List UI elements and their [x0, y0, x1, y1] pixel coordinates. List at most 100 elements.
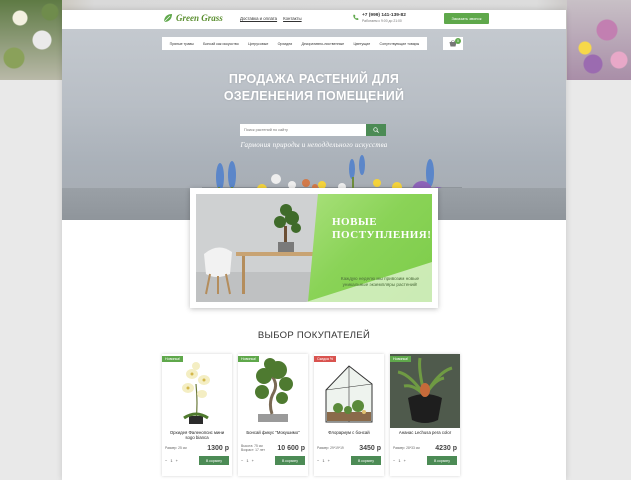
florarium-image [314, 354, 384, 428]
product-name[interactable]: Бонсай фикус "Мокушимо" [238, 430, 308, 442]
search-bar [240, 124, 386, 136]
phone-block: +7 (999) 141-139-82 Работаем с 9:00 до 2… [352, 13, 406, 23]
product-meta: Размер: 25 см 1300 р [162, 443, 232, 453]
qty-minus-button[interactable]: − [317, 458, 319, 463]
product-list: Новинка! Орхидея Фаленопсис мини sogo bi… [162, 354, 460, 476]
product-meta: Размер: 29*19*19 3450 р [314, 443, 384, 453]
search-input[interactable] [240, 124, 366, 136]
nav-item-decorative[interactable]: Декоративно-лиственные [302, 42, 345, 46]
cart-count-badge: 0 [455, 38, 461, 44]
product-spec-1: Размер: 25 см [165, 445, 187, 450]
add-to-cart-button[interactable]: В корзину [427, 456, 457, 465]
backdrop-flowers-right [567, 0, 631, 80]
quantity-stepper: − 1 + [241, 458, 254, 463]
quantity-stepper: − 1 + [393, 458, 406, 463]
promo-title-line2: ПОСТУПЛЕНИЯ! [332, 229, 432, 241]
nav-item-citrus[interactable]: Цитрусовые [248, 42, 268, 46]
product-image[interactable]: Новинка! [390, 354, 460, 428]
hero-title-line2: ОЗЕЛЕНЕНИЯ ПОМЕЩЕНИЙ [223, 89, 405, 103]
phone-icon [353, 14, 359, 20]
qty-plus-button[interactable]: + [252, 458, 254, 463]
nav-item-accessories[interactable]: Сопутствующие товары [380, 42, 420, 46]
product-buy-row: − 1 + В корзину [314, 456, 384, 465]
hero-title-line1: ПРОДАЖА РАСТЕНИЙ ДЛЯ [228, 72, 400, 86]
qty-value[interactable]: 1 [398, 458, 400, 463]
product-image[interactable]: Скидка % [314, 354, 384, 428]
page-card: Green Grass Доставка и оплата Контакты +… [62, 10, 566, 480]
logo-text: Green Grass [176, 13, 223, 23]
product-buy-row: − 1 + В корзину [390, 456, 460, 465]
quantity-stepper: − 1 + [165, 458, 178, 463]
product-image[interactable]: Новинка! [238, 354, 308, 428]
search-icon [373, 127, 379, 133]
backdrop-flowers-left [0, 0, 62, 80]
nav-item-blooming[interactable]: Цветущие [353, 42, 370, 46]
product-image[interactable]: Новинка! [162, 354, 232, 428]
logo[interactable]: Green Grass [163, 13, 223, 23]
badge-new: Новинка! [238, 356, 260, 362]
quantity-stepper: − 1 + [317, 458, 330, 463]
add-to-cart-button[interactable]: В корзину [351, 456, 381, 465]
site-header: Green Grass Доставка и оплата Контакты +… [62, 10, 566, 29]
nav-item-herbs[interactable]: Пряные травы [170, 42, 194, 46]
product-card[interactable]: Новинка! Орхидея Фаленопсис мини sogo bi… [162, 354, 232, 476]
qty-value[interactable]: 1 [322, 458, 324, 463]
callback-button[interactable]: Заказать звонок [444, 13, 489, 24]
badge-new: Новинка! [390, 356, 412, 362]
promo-title-line1: НОВЫЕ [332, 216, 378, 228]
cart-button[interactable]: 0 [443, 37, 463, 50]
main-nav: Пряные травы Бонсай как искусство Цитрус… [162, 37, 427, 50]
badge-sale: Скидка % [314, 356, 337, 362]
promo-image: НОВЫЕ ПОСТУПЛЕНИЯ! Каждую неделю мы прив… [196, 194, 432, 302]
bonsai-image [238, 354, 308, 428]
product-card[interactable]: Новинка! Бонсай фикус "Мокушимо" Высота:… [238, 354, 308, 476]
product-meta: Высота: 75 см Возраст: 17 лет 10 600 р [238, 443, 308, 453]
nav-item-bonsai[interactable]: Бонсай как искусство [203, 42, 239, 46]
qty-plus-button[interactable]: + [176, 458, 178, 463]
product-price: 3450 р [359, 444, 381, 452]
add-to-cart-button[interactable]: В корзину [275, 456, 305, 465]
product-name[interactable]: Ананас Lechusa pera color [390, 430, 460, 442]
product-spec: Размер: 25 см [165, 446, 187, 450]
product-price: 1300 р [207, 444, 229, 452]
qty-minus-button[interactable]: − [165, 458, 167, 463]
badge-new: Новинка! [162, 356, 184, 362]
product-buy-row: − 1 + В корзину [162, 456, 232, 465]
promo-text: Каждую неделю мы привозим новые уникальн… [340, 276, 420, 287]
leaf-icon [163, 14, 172, 23]
link-contacts[interactable]: Контакты [283, 16, 302, 21]
top-links: Доставка и оплата Контакты [240, 16, 302, 21]
product-meta: Размер: 28*33 см 4230 р [390, 443, 460, 453]
product-spec: Высота: 75 см Возраст: 17 лет [241, 444, 265, 452]
qty-value[interactable]: 1 [246, 458, 248, 463]
add-to-cart-button[interactable]: В корзину [199, 456, 229, 465]
product-spec: Размер: 29*19*19 [317, 446, 344, 450]
qty-minus-button[interactable]: − [241, 458, 243, 463]
pineapple-plant-image [390, 354, 460, 428]
qty-plus-button[interactable]: + [328, 458, 330, 463]
product-card[interactable]: Новинка! Ананас Lechusa pera color Разме… [390, 354, 460, 476]
product-spec-1: Размер: 29*19*19 [317, 445, 344, 450]
qty-plus-button[interactable]: + [404, 458, 406, 463]
promo-title: НОВЫЕ ПОСТУПЛЕНИЯ! [332, 216, 431, 242]
hero-tagline: Гармония природы и неподдельного искусст… [240, 141, 388, 149]
working-hours: Работаем с 9:00 до 21:00 [362, 19, 402, 23]
product-card[interactable]: Скидка % Флорариум с бонсай Размер: 29*1… [314, 354, 384, 476]
product-price: 4230 р [435, 444, 457, 452]
product-buy-row: − 1 + В корзину [238, 456, 308, 465]
nav-item-orchids[interactable]: Орхидеи [278, 42, 293, 46]
product-spec: Размер: 28*33 см [393, 446, 420, 450]
product-name[interactable]: Флорариум с бонсай [314, 430, 384, 442]
hero-title: ПРОДАЖА РАСТЕНИЙ ДЛЯ ОЗЕЛЕНЕНИЯ ПОМЕЩЕНИ… [62, 71, 566, 105]
link-delivery[interactable]: Доставка и оплата [240, 16, 277, 21]
promo-banner[interactable]: НОВЫЕ ПОСТУПЛЕНИЯ! Каждую неделю мы прив… [190, 188, 438, 308]
product-name[interactable]: Орхидея Фаленопсис мини sogo bianca [162, 430, 232, 442]
product-price: 10 600 р [277, 444, 305, 452]
phone-number[interactable]: +7 (999) 141-139-82 [362, 13, 406, 18]
qty-value[interactable]: 1 [170, 458, 172, 463]
product-spec-1: Размер: 28*33 см [393, 445, 420, 450]
product-spec-2: Возраст: 17 лет [241, 448, 265, 452]
section-title: ВЫБОР ПОКУПАТЕЛЕЙ [257, 330, 371, 341]
qty-minus-button[interactable]: − [393, 458, 395, 463]
search-button[interactable] [366, 124, 386, 136]
